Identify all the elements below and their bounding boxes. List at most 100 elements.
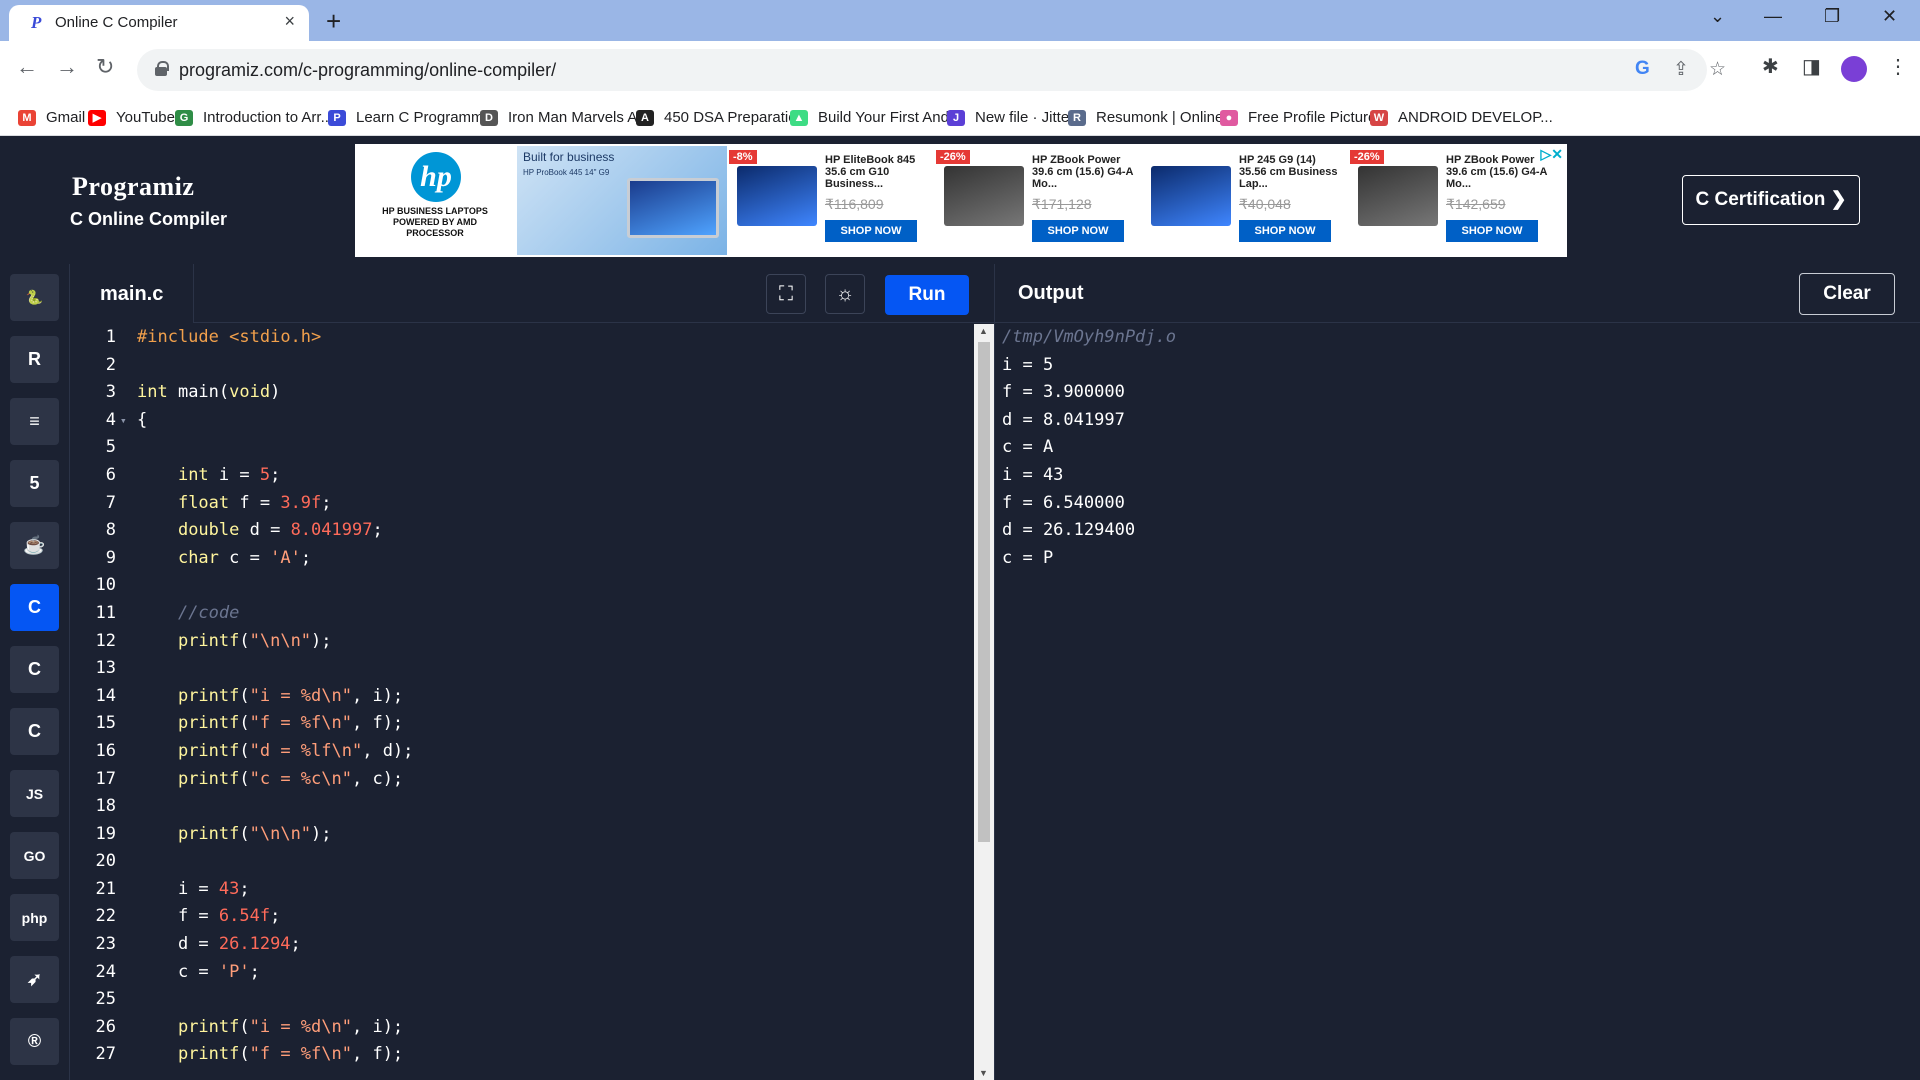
bookmark-item[interactable]: W ANDROID DEVELOP... [1370, 99, 1553, 136]
ad-product[interactable]: -26% HP ZBook Power 39.6 cm (15.6) G4-A M… [1350, 144, 1556, 257]
output-console[interactable]: /tmp/VmOyh9nPdj.o i = 5 f = 3.900000 d = 8… [1002, 324, 1176, 572]
code-line[interactable]: 7 float f = 3.9f; [70, 490, 974, 518]
code-text[interactable]: int main(void) [137, 379, 280, 407]
sidebar-item-rust[interactable]: ® [10, 1018, 59, 1065]
code-line[interactable]: 22 f = 6.54f; [70, 903, 974, 931]
run-button[interactable]: Run [885, 275, 969, 315]
code-line[interactable]: 25 [70, 986, 974, 1014]
scroll-up-icon[interactable]: ▲ [979, 326, 988, 336]
reload-icon[interactable]: ↻ [96, 54, 114, 80]
code-line[interactable]: 15 printf("f = %f\n", f); [70, 710, 974, 738]
bookmark-star-icon[interactable]: ☆ [1709, 58, 1726, 81]
code-text[interactable]: i = 43; [137, 876, 250, 904]
code-line[interactable]: 13 [70, 655, 974, 683]
fold-arrow-icon[interactable]: ▾ [120, 407, 127, 435]
code-line[interactable]: 9 char c = 'A'; [70, 545, 974, 573]
sidebar-item-javascript[interactable]: JS [10, 770, 59, 817]
ad-choices-icon[interactable]: ▷✕ [1541, 146, 1564, 163]
bookmark-item[interactable]: R Resumonk | Online... [1068, 99, 1236, 136]
forward-icon[interactable]: → [56, 54, 78, 80]
code-text[interactable]: d = 26.1294; [137, 931, 301, 959]
browser-tab[interactable]: P Online C Compiler × [9, 5, 309, 41]
code-line[interactable]: 8 double d = 8.041997; [70, 517, 974, 545]
c-certification-button[interactable]: C Certification ❯ [1682, 175, 1860, 225]
code-text[interactable]: printf("i = %d\n", i); [137, 683, 403, 711]
address-bar[interactable]: programiz.com/c-programming/online-compi… [137, 49, 1726, 91]
bookmark-item[interactable]: D Iron Man Marvels A... [480, 99, 650, 136]
close-window-icon[interactable]: ✕ [1882, 6, 1897, 27]
programiz-logo[interactable]: Programiz [72, 172, 194, 202]
url-text[interactable]: programiz.com/c-programming/online-compi… [179, 60, 556, 81]
new-tab-icon[interactable]: + [326, 6, 341, 37]
sidebar-item-swift[interactable]: ➶ [10, 956, 59, 1003]
code-line[interactable]: 19 printf("\n\n"); [70, 821, 974, 849]
code-text[interactable]: { [137, 407, 147, 435]
code-text[interactable]: printf("\n\n"); [137, 628, 332, 656]
sidebar-item-java[interactable]: ☕ [10, 522, 59, 569]
code-line[interactable]: 24 c = 'P'; [70, 959, 974, 987]
code-line[interactable]: 14 printf("i = %d\n", i); [70, 683, 974, 711]
code-line[interactable]: 2 [70, 352, 974, 380]
code-line[interactable]: 11 //code [70, 600, 974, 628]
shop-now-button[interactable]: SHOP NOW [825, 220, 917, 242]
bookmark-item[interactable]: ● Free Profile Picture... [1220, 99, 1389, 136]
bookmark-item[interactable]: P Learn C Programmi... [328, 99, 499, 136]
code-line[interactable]: 12 printf("\n\n"); [70, 628, 974, 656]
sidebar-item-csharp[interactable]: C [10, 708, 59, 755]
code-text[interactable]: printf("c = %c\n", c); [137, 766, 403, 794]
code-line[interactable]: 3 int main(void) [70, 379, 974, 407]
ad-brand[interactable]: hp HP BUSINESS LAPTOPS POWERED BY AMD PR… [355, 144, 515, 257]
menu-icon[interactable]: ⋮ [1888, 54, 1908, 79]
code-line[interactable]: 10 [70, 572, 974, 600]
code-line[interactable]: 5 [70, 434, 974, 462]
tab-search-icon[interactable]: ⌄ [1710, 6, 1725, 27]
sidebar-item-html[interactable]: 5 [10, 460, 59, 507]
code-text[interactable]: #include <stdio.h> [137, 324, 321, 352]
theme-toggle-icon[interactable]: ☼ [825, 274, 865, 314]
code-line[interactable]: 18 [70, 793, 974, 821]
code-text[interactable]: int i = 5; [137, 462, 280, 490]
code-line[interactable]: 27 printf("f = %f\n", f); [70, 1041, 974, 1069]
bookmark-item[interactable]: M Gmail [18, 99, 85, 136]
code-text[interactable]: char c = 'A'; [137, 545, 311, 573]
bookmark-item[interactable]: J New file · Jitter [947, 99, 1074, 136]
ad-product[interactable]: HP 245 G9 (14) 35.56 cm Business Lap... ₹… [1143, 144, 1349, 257]
code-text[interactable]: printf("i = %d\n", i); [137, 1014, 403, 1042]
ad-product[interactable]: -8% HP EliteBook 845 35.6 cm G10 Business… [729, 144, 935, 257]
fullscreen-icon[interactable]: ⛶ [766, 274, 806, 314]
bookmark-item[interactable]: G Introduction to Arr... [175, 99, 333, 136]
share-icon[interactable]: ⇪ [1673, 58, 1689, 81]
sidebar-item-r[interactable]: R [10, 336, 59, 383]
code-text[interactable]: printf("f = %f\n", f); [137, 710, 403, 738]
bookmark-item[interactable]: ▲ Build Your First And... [790, 99, 961, 136]
clear-button[interactable]: Clear [1799, 273, 1895, 315]
ad-product[interactable]: -26% HP ZBook Power 39.6 cm (15.6) G4-A M… [936, 144, 1142, 257]
code-area[interactable]: 1 #include <stdio.h> 2 3 int main(void) 4 ▾{5 6… [70, 324, 974, 1080]
shop-now-button[interactable]: SHOP NOW [1239, 220, 1331, 242]
sidebar-item-python[interactable]: 🐍 [10, 274, 59, 321]
shop-now-button[interactable]: SHOP NOW [1446, 220, 1538, 242]
code-text[interactable]: printf("f = %f\n", f); [137, 1041, 403, 1069]
restore-icon[interactable]: ❐ [1824, 6, 1840, 27]
profile-avatar[interactable] [1841, 56, 1867, 82]
side-panel-icon[interactable]: ◨ [1802, 54, 1821, 79]
code-line[interactable]: 6 int i = 5; [70, 462, 974, 490]
sidebar-item-go[interactable]: GO [10, 832, 59, 879]
ad-promo[interactable]: Built for business HP ProBook 445 14" G9 [517, 146, 727, 255]
code-line[interactable]: 16 printf("d = %lf\n", d); [70, 738, 974, 766]
code-text[interactable]: printf("\n\n"); [137, 821, 332, 849]
code-text[interactable]: float f = 3.9f; [137, 490, 332, 518]
code-line[interactable]: 17 printf("c = %c\n", c); [70, 766, 974, 794]
code-text[interactable]: double d = 8.041997; [137, 517, 383, 545]
editor-scrollbar[interactable]: ▲ ▼ [974, 324, 994, 1080]
code-line[interactable]: 4 ▾ { [70, 407, 974, 435]
back-icon[interactable]: ← [16, 54, 38, 80]
bookmark-item[interactable]: ▶ YouTube [88, 99, 175, 136]
bookmark-item[interactable]: A 450 DSA Preparatio... [636, 99, 809, 136]
code-line[interactable]: 21 i = 43; [70, 876, 974, 904]
code-line[interactable]: 20 [70, 848, 974, 876]
code-text[interactable]: printf("d = %lf\n", d); [137, 738, 413, 766]
code-line[interactable]: 1 #include <stdio.h> [70, 324, 974, 352]
shop-now-button[interactable]: SHOP NOW [1032, 220, 1124, 242]
sidebar-item-cpp[interactable]: C [10, 646, 59, 693]
